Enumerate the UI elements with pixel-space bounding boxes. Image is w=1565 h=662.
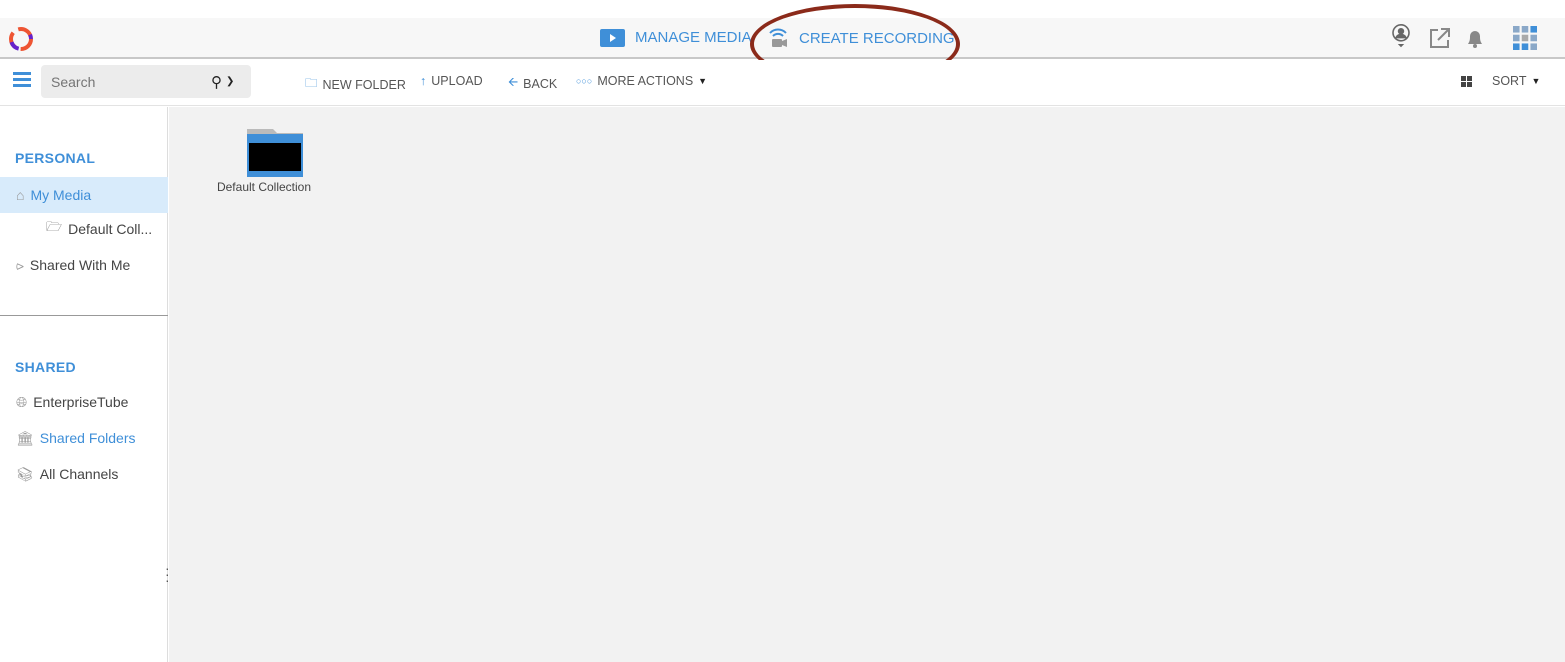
- caret-down-icon: ▼: [698, 76, 708, 86]
- sort-button[interactable]: SORT ▼: [1492, 74, 1540, 88]
- search-icon[interactable]: ⚲: [211, 73, 222, 91]
- new-folder-button[interactable]: 🗀 NEW FOLDER: [305, 74, 406, 95]
- sidebar-item-label: EnterpriseTube: [33, 394, 129, 410]
- caret-down-icon: ▼: [1531, 76, 1541, 86]
- sidebar-item-shared-with-me[interactable]: ⪧ Shared With Me: [0, 247, 168, 283]
- sort-label: SORT: [1492, 74, 1527, 88]
- media-folder-icon: [600, 29, 625, 47]
- personal-heading: PERSONAL: [15, 150, 96, 166]
- back-label: BACK: [523, 76, 558, 91]
- manage-media-link[interactable]: MANAGE MEDIA: [600, 27, 752, 47]
- folder-icon: 🗁: [46, 219, 63, 234]
- external-link-icon[interactable]: [1428, 26, 1452, 50]
- back-button[interactable]: 🡨 BACK: [508, 73, 557, 94]
- top-bar: MANAGE MEDIA CREATE RECORDING: [0, 18, 1565, 59]
- recording-camera-icon: [769, 28, 787, 47]
- more-actions-button[interactable]: ○○○ MORE ACTIONS ▼: [576, 74, 707, 88]
- sidebar: PERSONAL ⌂ My Media 🗁 Default Coll... ⪧ Sha…: [0, 107, 170, 662]
- new-folder-label: NEW FOLDER: [322, 77, 406, 92]
- sidebar-item-my-media[interactable]: ⌂ My Media: [0, 177, 168, 213]
- sidebar-item-label: Shared Folders: [39, 430, 136, 446]
- sidebar-item-all-channels[interactable]: 📚︎ All Channels: [0, 456, 168, 492]
- sidebar-item-label: Shared With Me: [29, 257, 131, 273]
- sidebar-item-default-collection[interactable]: 🗁 Default Coll...: [0, 211, 168, 247]
- grid-view-icon[interactable]: [1461, 76, 1472, 87]
- back-arrow-icon: 🡨: [508, 75, 519, 89]
- toolbar: ⚲ ❯ 🗀 NEW FOLDER ↑ UPLOAD 🡨 BACK ○○○ MORE AC…: [0, 60, 1565, 106]
- more-dots-icon: ○○○: [576, 76, 593, 86]
- folder-label: Default Collection: [216, 180, 312, 194]
- app-logo[interactable]: [6, 26, 36, 52]
- upload-button[interactable]: ↑ UPLOAD: [420, 74, 483, 88]
- building-icon: 🏛︎: [16, 429, 34, 446]
- divider: [0, 315, 168, 316]
- folder-thumbnail: [247, 129, 303, 177]
- share-icon: ⪧: [16, 256, 24, 273]
- sidebar-item-label: My Media: [30, 187, 92, 203]
- sidebar-item-shared-folders[interactable]: 🏛︎ Shared Folders: [0, 420, 168, 456]
- user-profile-icon[interactable]: [1389, 24, 1413, 48]
- apps-grid-icon[interactable]: [1513, 26, 1537, 50]
- search-box: ⚲ ❯: [41, 65, 251, 98]
- search-input[interactable]: [51, 73, 211, 90]
- hamburger-menu-icon[interactable]: [13, 71, 31, 87]
- create-recording-label: CREATE RECORDING: [799, 29, 955, 47]
- sidebar-item-label: Default Coll...: [68, 221, 153, 237]
- chevron-down-icon[interactable]: ❯: [226, 76, 234, 87]
- sidebar-item-enterprisetube[interactable]: 🌐︎ EnterpriseTube: [0, 384, 168, 420]
- upload-label: UPLOAD: [431, 74, 483, 88]
- bell-icon[interactable]: [1463, 26, 1487, 50]
- sidebar-item-label: All Channels: [39, 466, 119, 482]
- new-folder-icon: 🗀: [305, 76, 318, 90]
- more-actions-label: MORE ACTIONS: [597, 74, 694, 88]
- main-content: Default Collection: [169, 107, 1565, 662]
- channels-icon: 📚︎: [16, 465, 34, 482]
- upload-icon: ↑: [420, 74, 427, 88]
- create-recording-link[interactable]: CREATE RECORDING: [767, 27, 955, 49]
- shared-heading: SHARED: [15, 359, 76, 375]
- globe-icon: 🌐︎: [16, 393, 28, 410]
- manage-media-label: MANAGE MEDIA: [635, 28, 752, 46]
- folder-tile[interactable]: Default Collection: [214, 129, 314, 194]
- home-icon: ⌂: [16, 187, 25, 203]
